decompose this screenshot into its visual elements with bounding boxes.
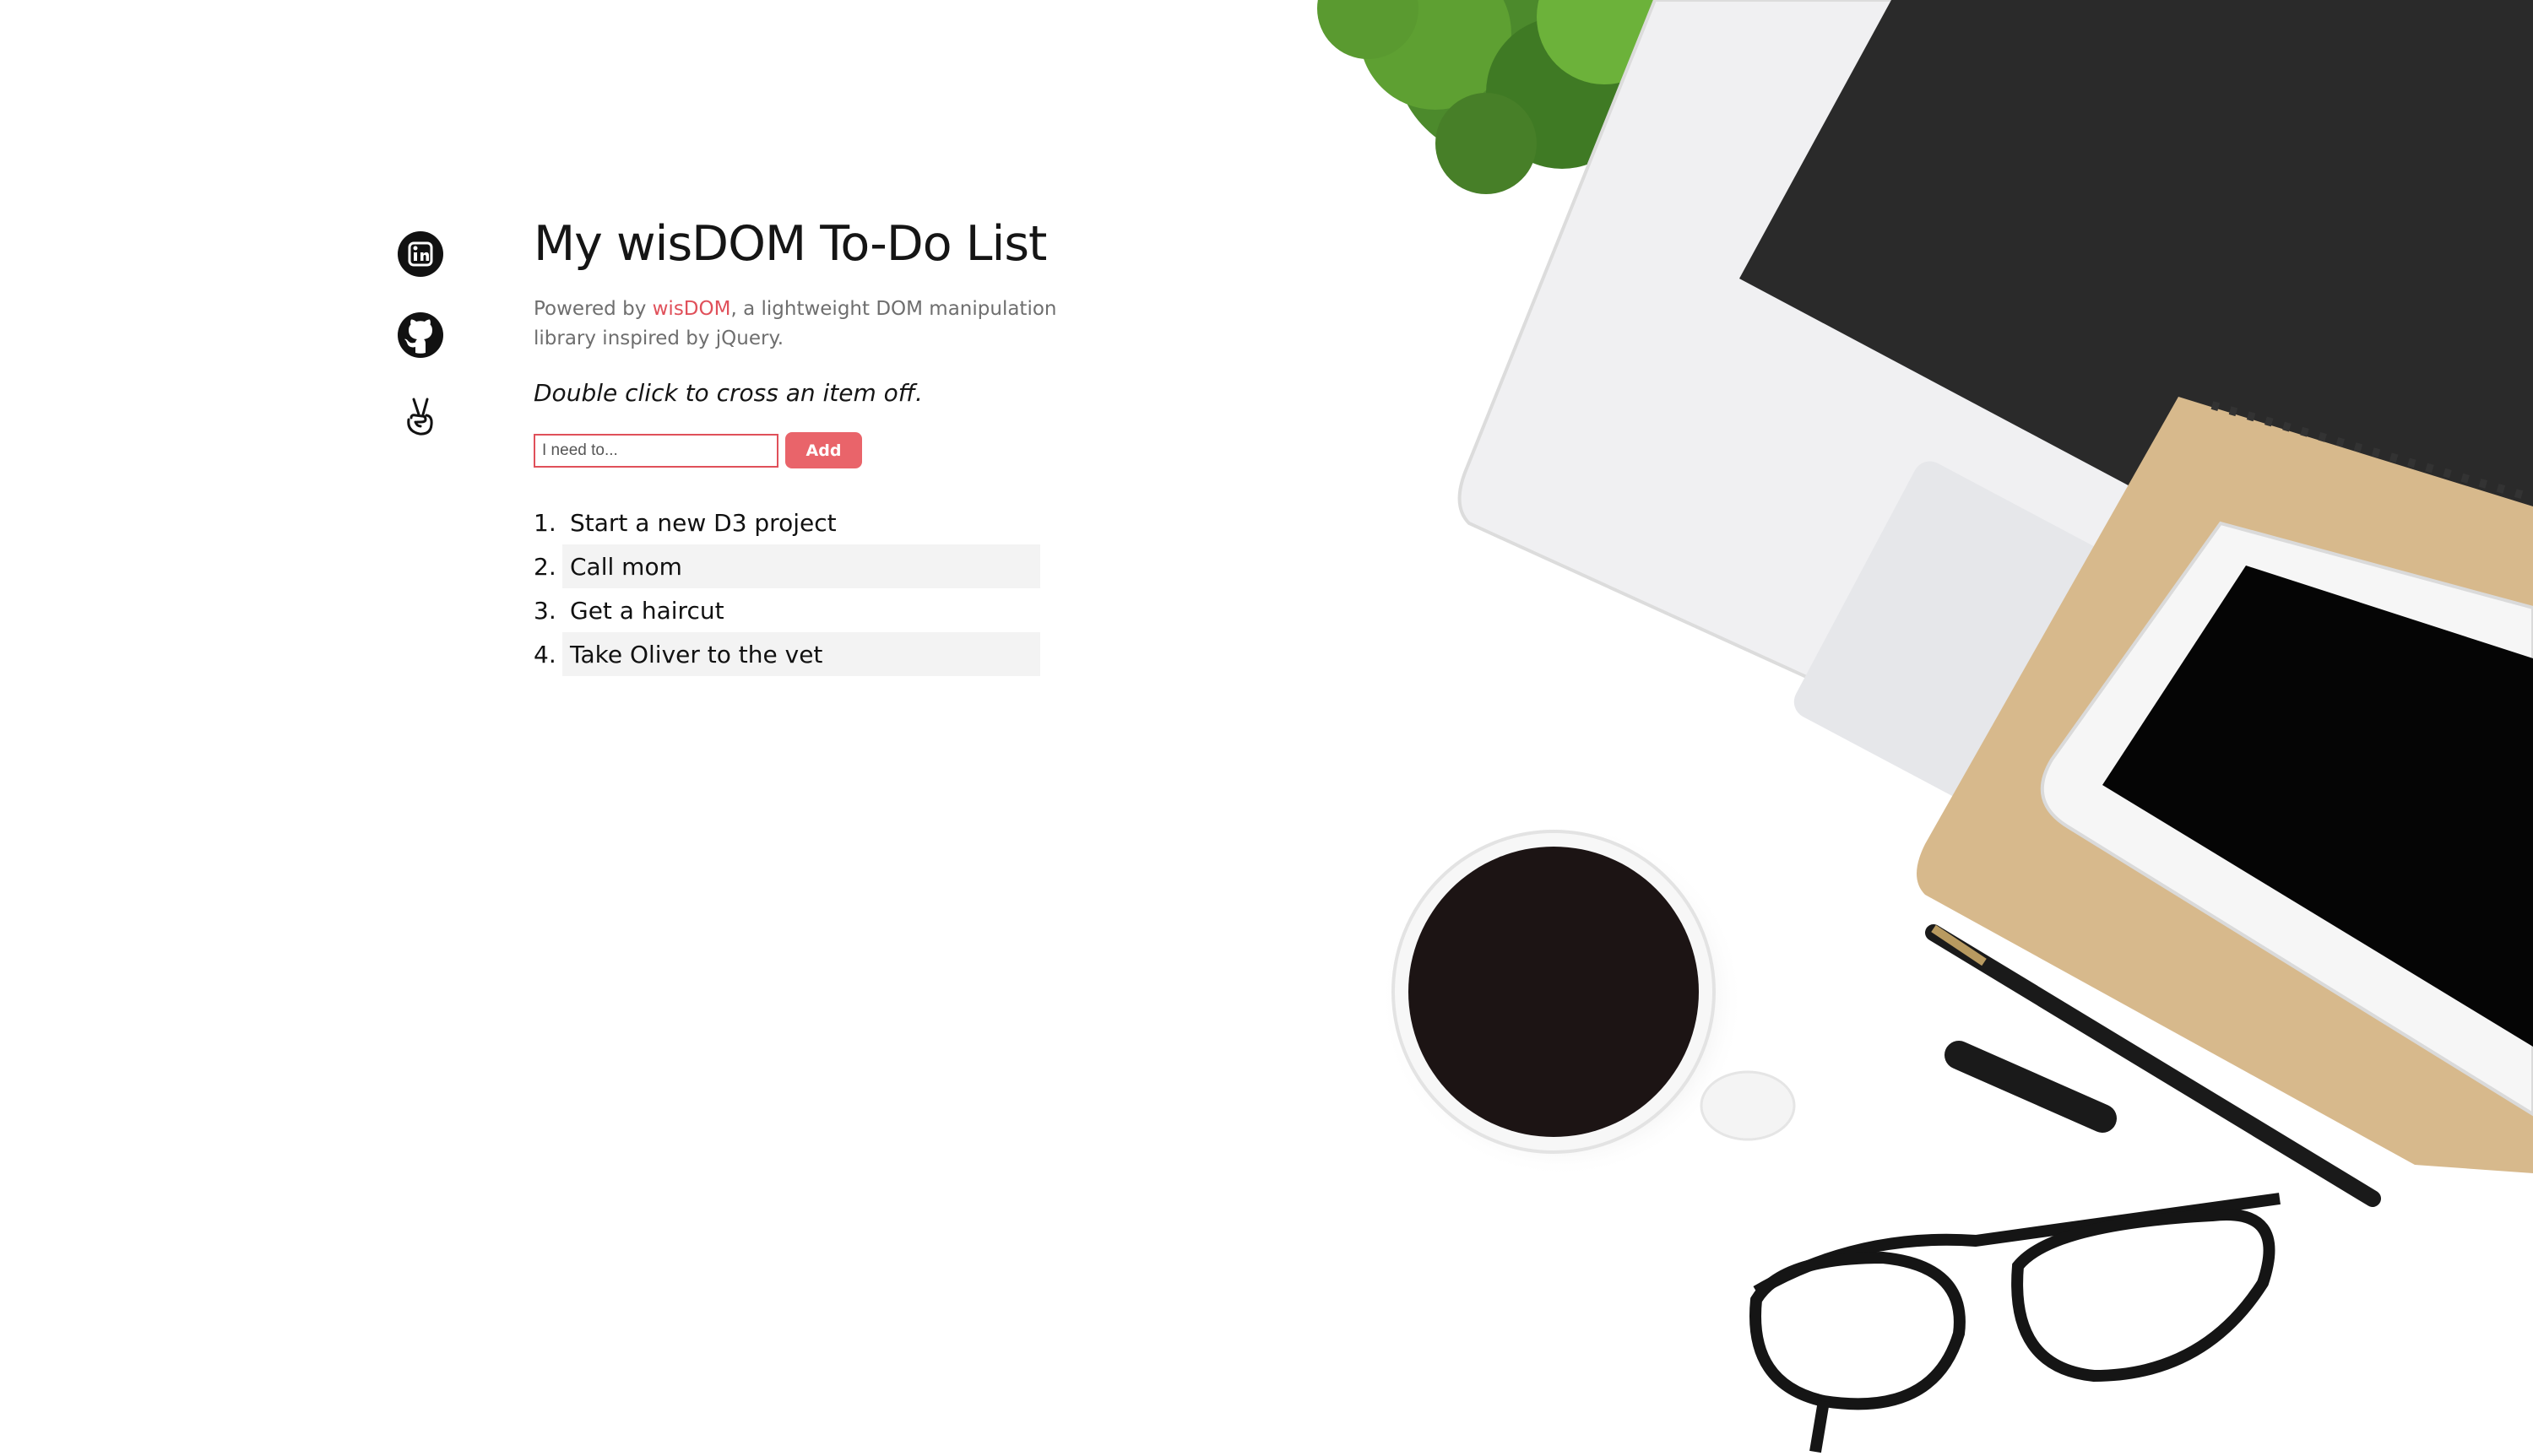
todo-content: My wisDOM To-Do List Powered by wisDOM, … [534,215,1057,677]
todo-item[interactable]: 3. Get a haircut [534,588,1040,632]
linkedin-icon [398,231,443,277]
angellist-icon [407,398,433,436]
todo-item[interactable]: 4. Take Oliver to the vet [534,632,1040,677]
instruction-hint: Double click to cross an item off. [534,379,923,408]
github-link[interactable] [397,311,444,359]
linkedin-link[interactable] [397,230,444,278]
powered-prefix: Powered by [534,298,653,321]
wisdom-library-link[interactable]: wisDOM [653,298,731,320]
page-title: My wisDOM To-Do List [534,216,1047,272]
todo-number: 3. [534,596,556,625]
todo-item[interactable]: 2. Call mom [534,544,1040,589]
todo-item[interactable]: 1. Start a new D3 project [534,501,1040,544]
todo-input[interactable] [534,433,778,468]
powered-by-text: Powered by wisDOM, a lightweight DOM man… [534,295,1057,354]
todo-card: My wisDOM To-Do List Powered by wisDOM, … [360,173,1098,741]
todo-text: Get a haircut [570,596,724,625]
todo-text: Call mom [562,544,1040,589]
todo-number: 2. [534,552,556,581]
add-todo-form: Add [534,432,1057,469]
add-button[interactable]: Add [785,432,862,469]
todo-number: 4. [534,640,556,668]
coffee-cup-image [1380,823,1796,1177]
todo-text: Take Oliver to the vet [562,632,1040,677]
github-icon [398,312,443,358]
todo-list: 1. Start a new D3 project 2. Call mom 3.… [534,501,1040,677]
social-links [397,230,446,474]
angellist-link[interactable] [397,392,444,440]
todo-text: Start a new D3 project [570,508,837,537]
glasses-image [1749,1193,2281,1453]
todo-number: 1. [534,508,556,537]
